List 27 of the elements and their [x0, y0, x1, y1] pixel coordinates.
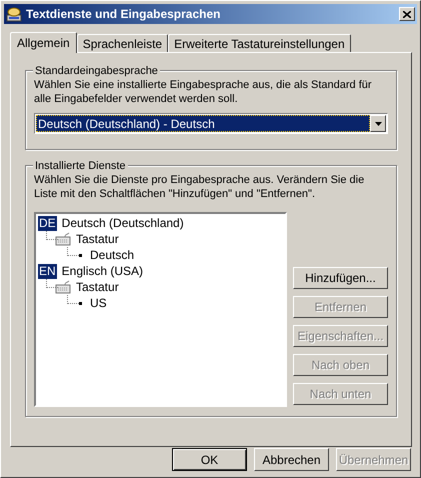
language-badge: DE	[38, 216, 57, 230]
tree-item[interactable]: Tastatur	[75, 230, 120, 248]
window-title: Textdienste und Eingabesprachen	[26, 6, 222, 23]
group-description: Wählen Sie eine installierte Eingabesprache aus, die als Standard für alle Eingabefelder verwendet werden soll.	[34, 78, 373, 106]
tree-item[interactable]: Englisch (USA)	[60, 262, 144, 280]
tree-item[interactable]: US	[89, 294, 108, 312]
language-dropdown[interactable]: Deutsch (Deutschland) - Deutsch	[34, 113, 388, 134]
caret-icon	[374, 122, 382, 126]
action-button[interactable]: OK	[172, 448, 247, 471]
app-icon	[6, 6, 22, 22]
tree-item[interactable]: Deutsch (Deutschland)	[60, 214, 185, 232]
close-icon	[403, 10, 411, 18]
bullet-icon	[79, 302, 82, 304]
tree-item[interactable]: Deutsch	[89, 246, 136, 264]
action-button[interactable]: Abbrechen	[254, 448, 329, 471]
tree-item[interactable]: Tastatur	[75, 278, 120, 296]
bullet-icon	[79, 254, 82, 256]
tab[interactable]: Sprachenleiste	[76, 34, 168, 52]
tab[interactable]: Allgemein	[10, 32, 77, 53]
dropdown-value: Deutsch (Deutschland) - Deutsch	[36, 115, 370, 132]
group-description: Wählen Sie die Dienste pro Eingabesprache aus. Verändern Sie die Liste mit den Schaltflächen "Hinzufügen" und "Entfernen".	[34, 173, 366, 201]
dropdown-arrow-button[interactable]	[370, 115, 386, 132]
close-button[interactable]	[399, 7, 415, 21]
tab[interactable]: Erweiterte Tastatureinstellungen	[168, 34, 351, 52]
language-badge: EN	[38, 264, 57, 278]
group-title: Standardeingabesprache	[33, 63, 160, 80]
action-button[interactable]: Hinzufügen...	[293, 267, 388, 289]
